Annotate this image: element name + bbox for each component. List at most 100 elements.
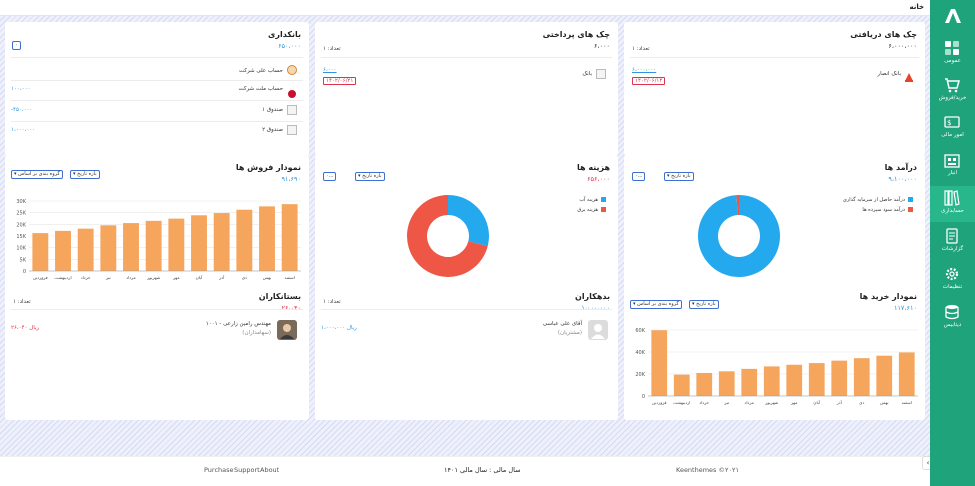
y-tick-label: 60K [635,328,645,334]
svg-text:$: $ [947,119,951,127]
sidebar-item-accounting[interactable]: حسابداری [930,186,975,222]
x-tick-label: مهر [790,400,797,405]
card-amount: ۶،۰۰۰ [593,42,610,50]
bar [898,352,915,396]
legend-item: درآمد حاصل از سرمایه گذاری [843,197,913,203]
bar [100,225,117,271]
date-range-button[interactable]: ▾ بازه تاریخ [689,300,719,309]
top-bar: خانه [0,0,930,16]
x-tick-label: شهریور [146,275,161,280]
y-tick-label: 5K [20,257,27,263]
banks-action-button[interactable]: ۰ [12,41,21,50]
card-title: بدهکاران [574,292,610,301]
check-amount-link[interactable]: ۶،۰۰۰ [323,67,337,73]
debtors-card: بدهکاران ۱،۰۰۰،۰۰۰ تعداد: ۱ آقای علی عبا… [315,284,618,420]
report-icon [946,228,958,244]
date-range-button[interactable]: ▾ بازه تاریخ [70,170,100,179]
sidebar-item-finance[interactable]: $ امور مالی [930,110,975,146]
sidebar-item-sales[interactable]: خرید/فروش [930,73,975,109]
sidebar-item-settings[interactable]: تنظیمات [930,262,975,298]
sidebar: عمومی خرید/فروش $ امور مالی انبار حسابدا… [930,0,975,486]
legend-item: هزینه برق [577,207,606,213]
x-tick-label: آبان [196,275,204,280]
bar [213,213,230,271]
purchase-chart-card: نمودار خرید ها ۱۱۷،۶۱۰ ▾ بازه تاریخ ▾ گر… [624,284,925,420]
period-button[interactable]: ۰... [632,172,646,181]
x-tick-label: تیر [723,400,730,405]
x-tick-label: آذر [836,400,843,405]
sidebar-item-label: گزارشات [941,246,964,252]
x-tick-label: مرداد [126,275,135,280]
avatar [277,320,297,340]
bank-item-amount[interactable]: ۱،۰۰۰،۰۰۰ [11,127,35,133]
bank-image-icon [596,69,606,79]
card-amount: ۶،۰۰۰،۰۰۰ [888,42,917,50]
bar [236,209,253,271]
x-tick-label: شهریور [764,400,779,405]
debtor-balance[interactable]: ۱،۰۰۰،۰۰۰ ریال [321,325,357,331]
sales-bar-chart: 0 5K 10K 15K 20K 25K 30K فروردین اردیبهشت خرداد تی… [16,199,301,280]
card-title: بانکداری [268,30,301,39]
warehouse-icon [944,154,960,168]
bar [145,220,162,271]
paid-checks-card: چک های پرداختی ۶،۰۰۰ تعداد: ۱ بانک ۶،۰۰۰… [315,22,618,156]
group-by-button[interactable]: ▾ گروه بندی بر اساس [11,170,63,179]
sidebar-item-general[interactable]: عمومی [930,36,975,72]
check-bank-name: بانک انصار [877,71,901,77]
bank-item-amount[interactable]: -۴۵۰،۰۰۰ [11,107,32,113]
period-button[interactable]: ۰... [323,172,337,181]
card-title: بستانکاران [258,292,301,301]
sidebar-item-label: دیتابیس [943,322,962,328]
card-amount: ۹،۱۰۰،۰۰۰ [888,175,917,183]
card-title: چک های پرداختی [542,30,610,39]
dashboard-icon [945,41,959,55]
breadcrumb: خانه [909,3,924,11]
card-amount: ۱،۰۰۰،۰۰۰ [581,304,610,312]
sidebar-item-warehouse[interactable]: انبار [930,148,975,184]
card-title: نمودار فروش ها [235,163,301,172]
debtor-name: آقای علی عباسی [542,321,582,327]
card-title: درآمد ها [884,163,917,172]
bar [786,364,803,396]
bank-item-amount[interactable]: ۱۰۰،۰۰۰ [11,86,31,92]
cart-icon [945,78,960,93]
bar [168,218,185,271]
bar [831,360,848,396]
x-tick-label: دی [242,275,247,280]
footer-link-purchase[interactable]: Purchase [204,466,234,474]
footer-link-about[interactable]: About [260,466,279,474]
y-tick-label: 10K [16,246,26,252]
sidebar-item-label: حسابداری [941,208,964,214]
check-bank-name: بانک [582,71,592,77]
bank-item-name: حساب ملت شرکت [238,86,284,92]
bar [123,223,139,271]
x-tick-label: بهمن [880,400,889,405]
x-tick-label: تیر [105,275,112,280]
app-logo-icon[interactable] [944,8,962,26]
sidebar-item-reports[interactable]: گزارشات [930,224,975,260]
check-amount-link[interactable]: ۶،۰۰۰،۰۰۰ [632,67,656,73]
fiscal-year: سال مالی : سال مالی ۱۴۰۱ [444,466,521,474]
x-tick-label: اسفند [902,400,912,405]
footer-link-support[interactable]: Support [234,466,260,474]
legend-item: هزینه آب [579,197,606,203]
creditor-balance[interactable]: ۲۶،۰۴۰ ریال [11,325,39,331]
x-tick-label: اردیبهشت [673,400,690,405]
date-range-button[interactable]: ▾ بازه تاریخ [664,172,694,181]
bar [191,215,207,271]
bank-logo-icon [287,65,297,75]
group-by-button[interactable]: ▾ گروه بندی بر اساس [630,300,682,309]
x-tick-label: مهر [172,275,179,280]
database-icon [945,305,959,320]
card-title: چک های دریافتی [850,30,917,39]
purchase-bar-chart: 0 20K 40K 60K فروردین اردیبهشت خرداد تیر مرداد شه… [635,328,918,405]
y-tick-label: 0 [23,269,26,275]
sidebar-item-database[interactable]: دیتابیس [930,300,975,336]
received-checks-card: چک های دریافتی ۶،۰۰۰،۰۰۰ تعداد: ۱ بانک ا… [624,22,925,156]
pie-slice [448,195,489,247]
date-range-button[interactable]: ▾ بازه تاریخ [355,172,385,181]
banks-card: بانکداری ۶۵۰،۰۰۰ ۰ حساب علی شرکت حساب مل… [5,22,309,156]
footer: Purchase Support About سال مالی : سال ما… [0,456,930,486]
check-date-badge: ۱۴۰۲/۰۶/۲۱ [323,77,357,85]
expenses-card: هزینه ها ۶۵۶،۰۰۰ ▾ بازه تاریخ ۰... هزینه… [315,155,618,295]
